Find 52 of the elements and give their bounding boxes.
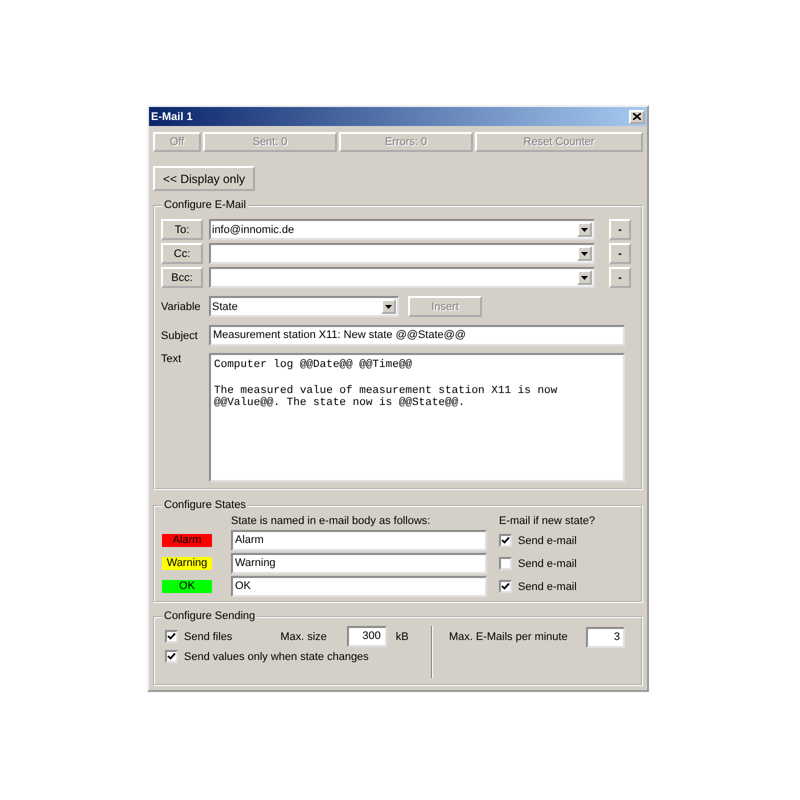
- subject-label: Subject: [161, 330, 199, 342]
- dropdown-button[interactable]: [577, 246, 592, 261]
- caret-icon: [581, 276, 588, 280]
- send-email-checkbox[interactable]: Send e-mail: [499, 580, 635, 593]
- caret-icon: [385, 304, 392, 308]
- variable-label: Variable: [161, 300, 202, 312]
- group-title: Configure E-Mail: [162, 199, 248, 211]
- group-title: Configure Sending: [162, 610, 258, 622]
- state-name-field[interactable]: Alarm: [231, 530, 487, 551]
- display-only-button[interactable]: << Display only: [153, 166, 255, 191]
- message-paragraph: The measured value of measurement station X11 is now @@Value@@. The state now is @@State@@.: [214, 385, 558, 409]
- dropdown-button[interactable]: [577, 270, 592, 285]
- message-text-area[interactable]: Computer log @@Date@@ @@Time@@ The measured value of measurement station X11 is now @@Value@@. The state now is @@State@@.: [209, 353, 625, 482]
- message-paragraph: Computer log @@Date@@ @@Time@@: [214, 359, 414, 371]
- send-values-checkbox[interactable]: Send values only when state changes: [165, 650, 423, 663]
- state-tag: Alarm: [162, 534, 212, 547]
- max-size-field[interactable]: 300: [346, 626, 387, 647]
- column-heading: E-mail if new state?: [499, 515, 596, 527]
- send-email-checkbox[interactable]: Send e-mail: [499, 534, 635, 547]
- send-files-checkbox[interactable]: Send files: [165, 630, 232, 643]
- checkmark-icon: [501, 536, 510, 545]
- remove-button[interactable]: -: [609, 219, 631, 240]
- dropdown-button[interactable]: [577, 222, 592, 237]
- subject-field[interactable]: Measurement station X11: New state @@State@@: [209, 325, 625, 346]
- variable-combo[interactable]: State: [209, 296, 399, 317]
- recipient-combo[interactable]: info@innomic.de: [209, 219, 595, 240]
- unit-label: kB: [396, 630, 409, 642]
- close-icon: [633, 113, 641, 120]
- state-tag: Warning: [162, 557, 212, 570]
- column-heading: State is named in e-mail body as follows:: [231, 515, 432, 527]
- send-email-checkbox[interactable]: Send e-mail: [499, 557, 635, 570]
- max-emails-field[interactable]: 3: [586, 627, 625, 648]
- group-title: Configure States: [162, 499, 248, 511]
- checkmark-icon: [501, 582, 510, 591]
- recipient-button[interactable]: To:: [161, 219, 203, 240]
- recipient-button[interactable]: Cc:: [161, 243, 203, 264]
- caret-icon: [581, 252, 588, 256]
- checkmark-icon: [167, 632, 176, 641]
- checkmark-icon: [167, 652, 176, 661]
- state-name-field[interactable]: Warning: [231, 553, 487, 574]
- state-tag: OK: [162, 580, 212, 593]
- remove-button[interactable]: -: [609, 243, 631, 264]
- window-title: E-Mail 1: [151, 110, 193, 122]
- state-name-field[interactable]: OK: [231, 576, 487, 597]
- close-button[interactable]: [629, 110, 645, 124]
- remove-button[interactable]: -: [609, 267, 631, 288]
- max-size-label: Max. size: [280, 630, 327, 642]
- text-label: Text: [161, 353, 182, 367]
- recipient-button[interactable]: Bcc:: [161, 267, 203, 288]
- dropdown-button[interactable]: [381, 299, 396, 314]
- caret-icon: [581, 228, 588, 232]
- max-emails-label: Max. E-Mails per minute: [449, 631, 569, 643]
